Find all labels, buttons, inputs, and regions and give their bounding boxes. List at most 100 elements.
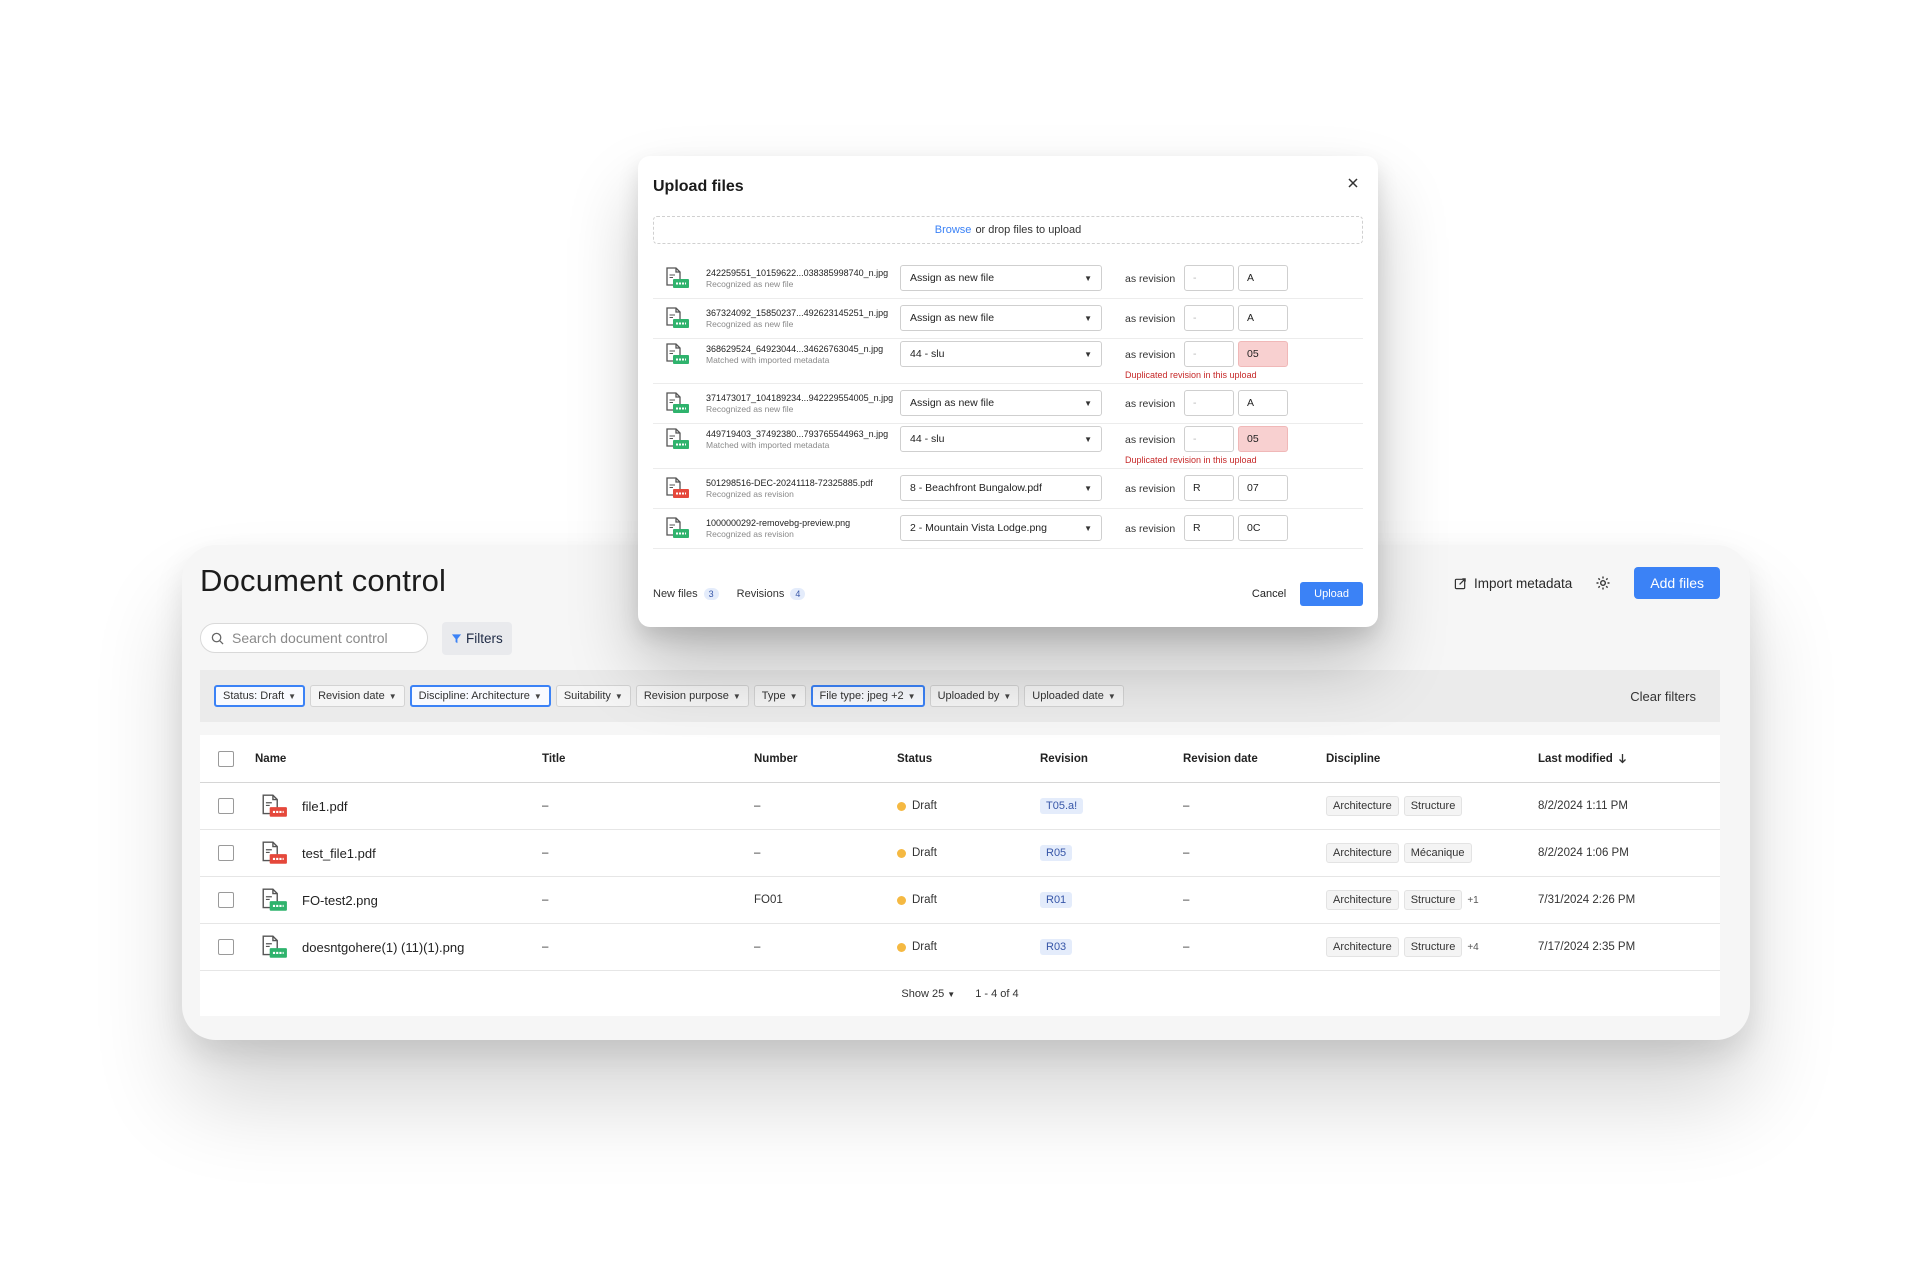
- filter-chip-label: Discipline: Architecture: [418, 690, 530, 702]
- file-type-icon: [664, 307, 690, 334]
- chevron-down-icon: ▼: [907, 691, 916, 701]
- column-revision[interactable]: Revision: [1040, 735, 1088, 782]
- column-last-modified-label: Last modified: [1538, 752, 1613, 765]
- filter-chip[interactable]: Uploaded by ▼: [929, 685, 1020, 707]
- file-name[interactable]: FO-test2.png: [302, 877, 378, 923]
- file-type-icon: [260, 783, 288, 829]
- settings-button[interactable]: [1594, 574, 1612, 592]
- status-label: Draft: [912, 800, 937, 812]
- revision-field[interactable]: A: [1238, 265, 1288, 291]
- assign-file-select[interactable]: 44 - slu ▼: [900, 426, 1102, 452]
- table-row[interactable]: doesntgohere(1) (11)(1).png – – Draft R03 – Ar…: [200, 924, 1720, 971]
- upload-file-row: 368629524_64923044...34626763045_n.jpg Ma…: [653, 339, 1363, 384]
- search-box[interactable]: [200, 623, 428, 653]
- column-revision-date[interactable]: Revision date: [1183, 735, 1258, 782]
- upload-button[interactable]: Upload: [1300, 582, 1363, 606]
- revision-date-cell: –: [1183, 847, 1190, 859]
- status-cell: Draft: [897, 877, 937, 923]
- filter-chip-label: Uploaded by: [937, 690, 1000, 702]
- revision-field[interactable]: A: [1238, 390, 1288, 416]
- revision-field[interactable]: 05: [1238, 426, 1288, 452]
- new-files-count: 3: [703, 588, 719, 600]
- table-row[interactable]: FO-test2.png – FO01 Draft R01 – Architecture St…: [200, 877, 1720, 924]
- filter-chip[interactable]: Revision date ▼: [310, 685, 405, 707]
- page-range: 1 - 4 of 4: [975, 987, 1019, 1000]
- revision-prefix-field[interactable]: R: [1184, 515, 1234, 541]
- row-checkbox[interactable]: [218, 892, 234, 908]
- column-number[interactable]: Number: [754, 735, 797, 782]
- as-revision-label: as revision: [1125, 273, 1176, 285]
- select-all-checkbox[interactable]: [218, 750, 234, 767]
- file-name[interactable]: test_file1.pdf: [302, 830, 376, 876]
- page-title: Document control: [200, 563, 447, 598]
- file-name[interactable]: file1.pdf: [302, 783, 348, 829]
- clear-filters-link[interactable]: Clear filters: [1630, 689, 1696, 704]
- page-size-label: Show 25: [901, 987, 945, 1000]
- assign-file-value: 44 - slu: [910, 433, 945, 445]
- assign-file-select[interactable]: 44 - slu ▼: [900, 341, 1102, 367]
- file-type-icon: [664, 343, 690, 370]
- revision-prefix-field[interactable]: R: [1184, 475, 1234, 501]
- upload-file-name: 367324092_15850237...492623145251_n.jpg: [706, 308, 889, 318]
- close-button[interactable]: [1344, 174, 1362, 192]
- filters-button[interactable]: Filters: [442, 622, 512, 655]
- drop-zone[interactable]: Browse or drop files to upload: [653, 216, 1363, 244]
- assign-file-value: Assign as new file: [910, 397, 995, 409]
- row-checkbox[interactable]: [218, 845, 234, 861]
- upload-file-name: 242259551_10159622...038385998740_n.jpg: [706, 268, 889, 278]
- assign-file-select[interactable]: Assign as new file ▼: [900, 390, 1102, 416]
- column-name[interactable]: Name: [255, 735, 286, 782]
- revision-prefix-field[interactable]: -: [1184, 341, 1234, 367]
- table-row[interactable]: test_file1.pdf – – Draft R05 – Architecture Méc…: [200, 830, 1720, 877]
- as-revision-label: as revision: [1125, 349, 1176, 361]
- number-cell: FO01: [754, 894, 783, 906]
- upload-file-name: 371473017_104189234...942229554005_n.jpg: [706, 393, 894, 403]
- column-discipline[interactable]: Discipline: [1326, 735, 1380, 782]
- page-size-select[interactable]: Show 25 ▼: [901, 988, 955, 1000]
- status-dot: [897, 801, 906, 811]
- column-last-modified[interactable]: Last modified: [1538, 735, 1627, 782]
- filter-chip[interactable]: File type: jpeg +2 ▼: [810, 685, 925, 707]
- upload-file-status: Matched with imported metadata: [706, 355, 830, 365]
- file-type-icon: [664, 517, 690, 544]
- revision-prefix-field[interactable]: -: [1184, 265, 1234, 291]
- cancel-button[interactable]: Cancel: [1252, 588, 1286, 600]
- revision-field[interactable]: 07: [1238, 475, 1288, 501]
- filter-chip[interactable]: Revision purpose ▼: [635, 685, 749, 707]
- filter-chip[interactable]: Type ▼: [753, 685, 806, 707]
- table-header: Name Title Number Status Revision Revisi…: [200, 735, 1720, 783]
- search-input[interactable]: [232, 630, 402, 646]
- column-title[interactable]: Title: [542, 735, 565, 782]
- column-status[interactable]: Status: [897, 735, 932, 782]
- row-checkbox[interactable]: [218, 939, 234, 955]
- assign-file-select[interactable]: Assign as new file ▼: [900, 305, 1102, 331]
- add-files-button[interactable]: Add files: [1634, 567, 1720, 599]
- assign-file-select[interactable]: 8 - Beachfront Bungalow.pdf ▼: [900, 475, 1102, 501]
- filter-chip[interactable]: Uploaded date ▼: [1024, 685, 1124, 707]
- revision-prefix-field[interactable]: -: [1184, 305, 1234, 331]
- file-name[interactable]: doesntgohere(1) (11)(1).png: [302, 924, 464, 970]
- revision-field[interactable]: 0C: [1238, 515, 1288, 541]
- revision-prefix-field[interactable]: -: [1184, 426, 1234, 452]
- status-cell: Draft: [897, 830, 937, 876]
- row-checkbox[interactable]: [218, 798, 234, 814]
- filter-chip[interactable]: Suitability ▼: [555, 685, 631, 707]
- chevron-down-icon: ▼: [947, 989, 956, 999]
- revision-field[interactable]: A: [1238, 305, 1288, 331]
- chevron-down-icon: ▼: [533, 691, 542, 701]
- table-row[interactable]: file1.pdf – – Draft T05.a! – Architecture Struc…: [200, 783, 1720, 830]
- import-metadata-button[interactable]: Import metadata: [1454, 576, 1572, 591]
- import-icon: [1454, 577, 1466, 589]
- revision-date-cell: –: [1183, 941, 1190, 953]
- discipline-cell: Architecture Structure: [1326, 783, 1467, 829]
- revision-prefix-field[interactable]: -: [1184, 390, 1234, 416]
- filter-chip[interactable]: Status: Draft ▼: [214, 685, 306, 707]
- filter-chip[interactable]: Discipline: Architecture ▼: [409, 685, 551, 707]
- assign-file-select[interactable]: 2 - Mountain Vista Lodge.png ▼: [900, 515, 1102, 541]
- assign-file-select[interactable]: Assign as new file ▼: [900, 265, 1102, 291]
- discipline-tag: Structure: [1403, 937, 1463, 957]
- revision-date-cell: –: [1183, 800, 1190, 812]
- browse-link[interactable]: Browse: [935, 224, 972, 236]
- revision-field[interactable]: 05: [1238, 341, 1288, 367]
- title-cell: –: [542, 800, 549, 812]
